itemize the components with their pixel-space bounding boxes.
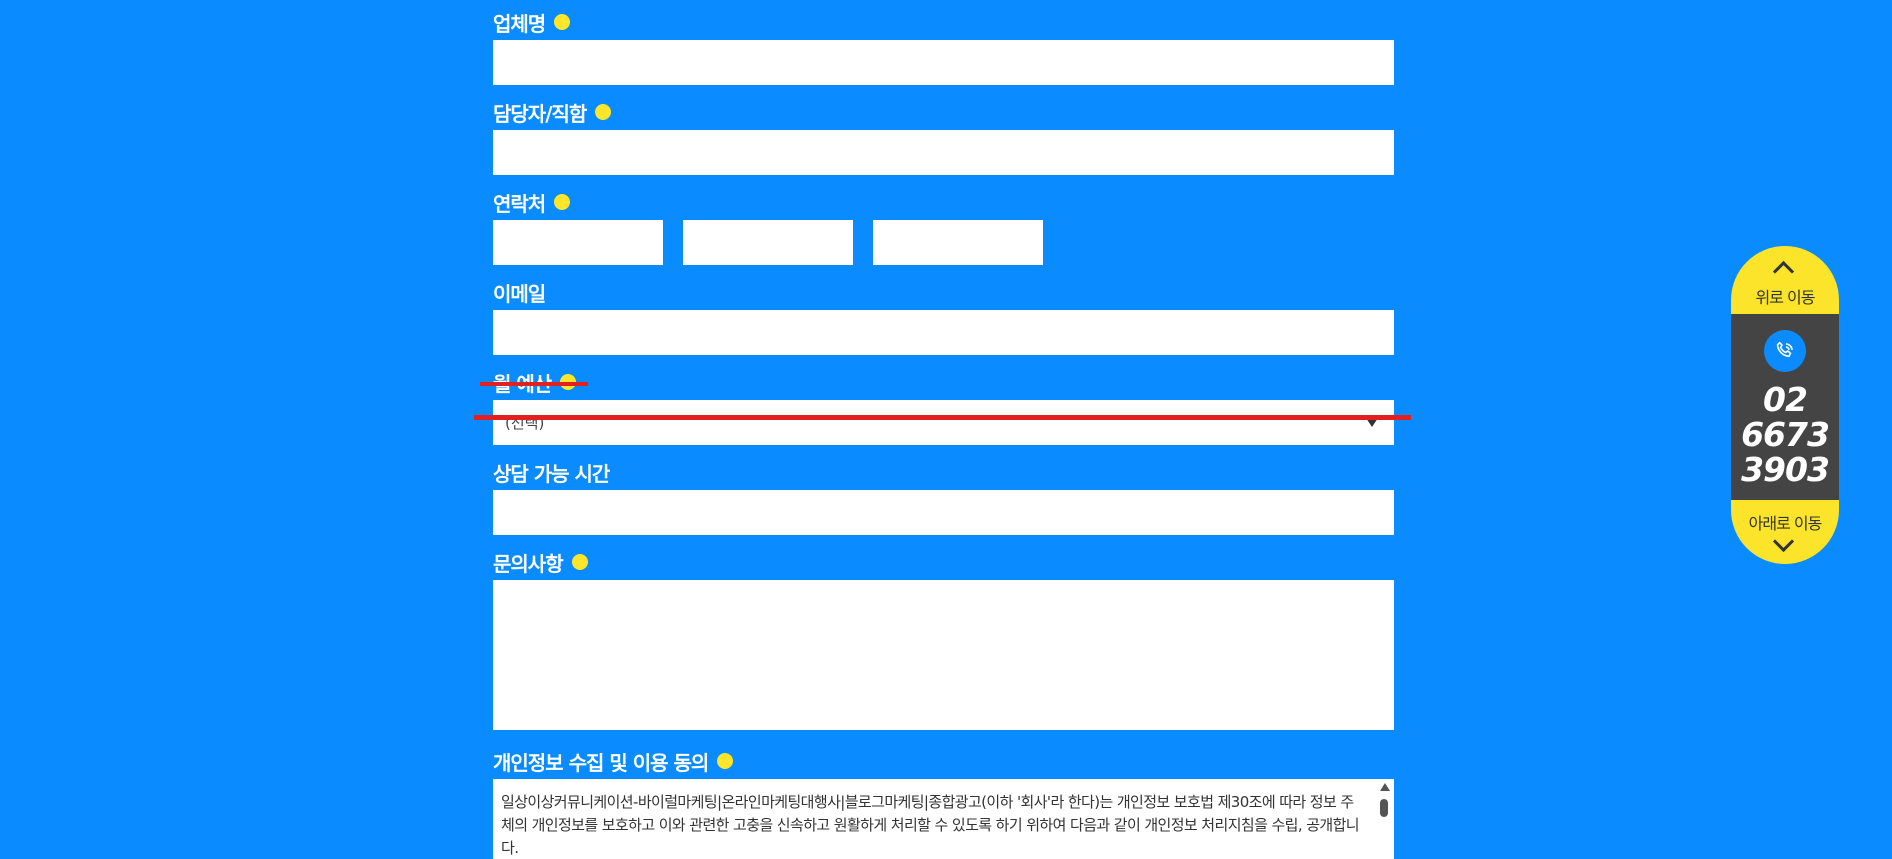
phone-icon: [1764, 330, 1806, 372]
required-dot-icon: [554, 14, 571, 30]
privacy-policy-box[interactable]: 일상이상커뮤니케이션-바이럴마케팅|온라인마케팅대행사|블로그마케팅|종합광고(…: [493, 779, 1394, 859]
scroll-up-arrow-icon[interactable]: [1380, 783, 1390, 791]
phone-panel[interactable]: 02 6673 3903: [1731, 314, 1839, 500]
phone-number-line1: 02: [1763, 380, 1808, 419]
privacy-label-text: 개인정보 수집 및 이용 동의: [493, 750, 709, 775]
privacy-policy-text: 일상이상커뮤니케이션-바이럴마케팅|온라인마케팅대행사|블로그마케팅|종합광고(…: [501, 793, 1360, 857]
phone-number-line3: 3903: [1741, 450, 1830, 489]
inquiry-label-text: 문의사항: [493, 551, 564, 576]
scroll-bottom-button[interactable]: 아래로 이동: [1731, 500, 1839, 564]
contact-person-input[interactable]: [493, 130, 1394, 175]
strike-line-long: [474, 415, 1411, 420]
budget-select[interactable]: (선택): [493, 400, 1394, 445]
phone-input-2[interactable]: [683, 220, 853, 265]
privacy-scrollbar[interactable]: [1378, 783, 1390, 859]
chevron-up-icon: [1772, 260, 1795, 283]
phone-label-text: 연락처: [493, 191, 546, 216]
required-dot-icon: [571, 554, 588, 570]
consult-time-label-text: 상담 가능 시간: [493, 461, 610, 486]
contact-person-label-text: 담당자/직함: [493, 101, 587, 126]
chevron-down-icon: [1772, 530, 1795, 553]
consult-time-input[interactable]: [493, 490, 1394, 535]
phone-input-1[interactable]: [493, 220, 663, 265]
phone-label: 연락처: [493, 187, 571, 217]
contact-person-label: 담당자/직함: [493, 97, 612, 127]
company-input[interactable]: [493, 40, 1394, 85]
email-label-text: 이메일: [493, 281, 546, 306]
required-dot-icon: [595, 104, 612, 120]
inquiry-textarea[interactable]: [493, 580, 1394, 730]
email-input[interactable]: [493, 310, 1394, 355]
inquiry-label: 문의사항: [493, 547, 588, 577]
strike-line-short: [480, 382, 588, 386]
phone-number-line2: 6673: [1741, 415, 1830, 454]
company-label-text: 업체명: [493, 11, 546, 36]
scroll-top-button[interactable]: 위로 이동: [1731, 246, 1839, 314]
required-dot-icon: [717, 753, 734, 769]
scroll-bottom-label: 아래로 이동: [1748, 514, 1823, 533]
privacy-label: 개인정보 수집 및 이용 동의: [493, 746, 734, 776]
scroll-top-label: 위로 이동: [1755, 288, 1816, 307]
scroll-thumb[interactable]: [1380, 799, 1388, 817]
email-label: 이메일: [493, 277, 546, 307]
quick-nav-widget: 위로 이동 02 6673 3903 아래로 이동: [1731, 246, 1839, 564]
phone-input-3[interactable]: [873, 220, 1043, 265]
required-dot-icon: [554, 194, 571, 210]
consult-time-label: 상담 가능 시간: [493, 457, 610, 487]
company-label: 업체명: [493, 7, 571, 37]
